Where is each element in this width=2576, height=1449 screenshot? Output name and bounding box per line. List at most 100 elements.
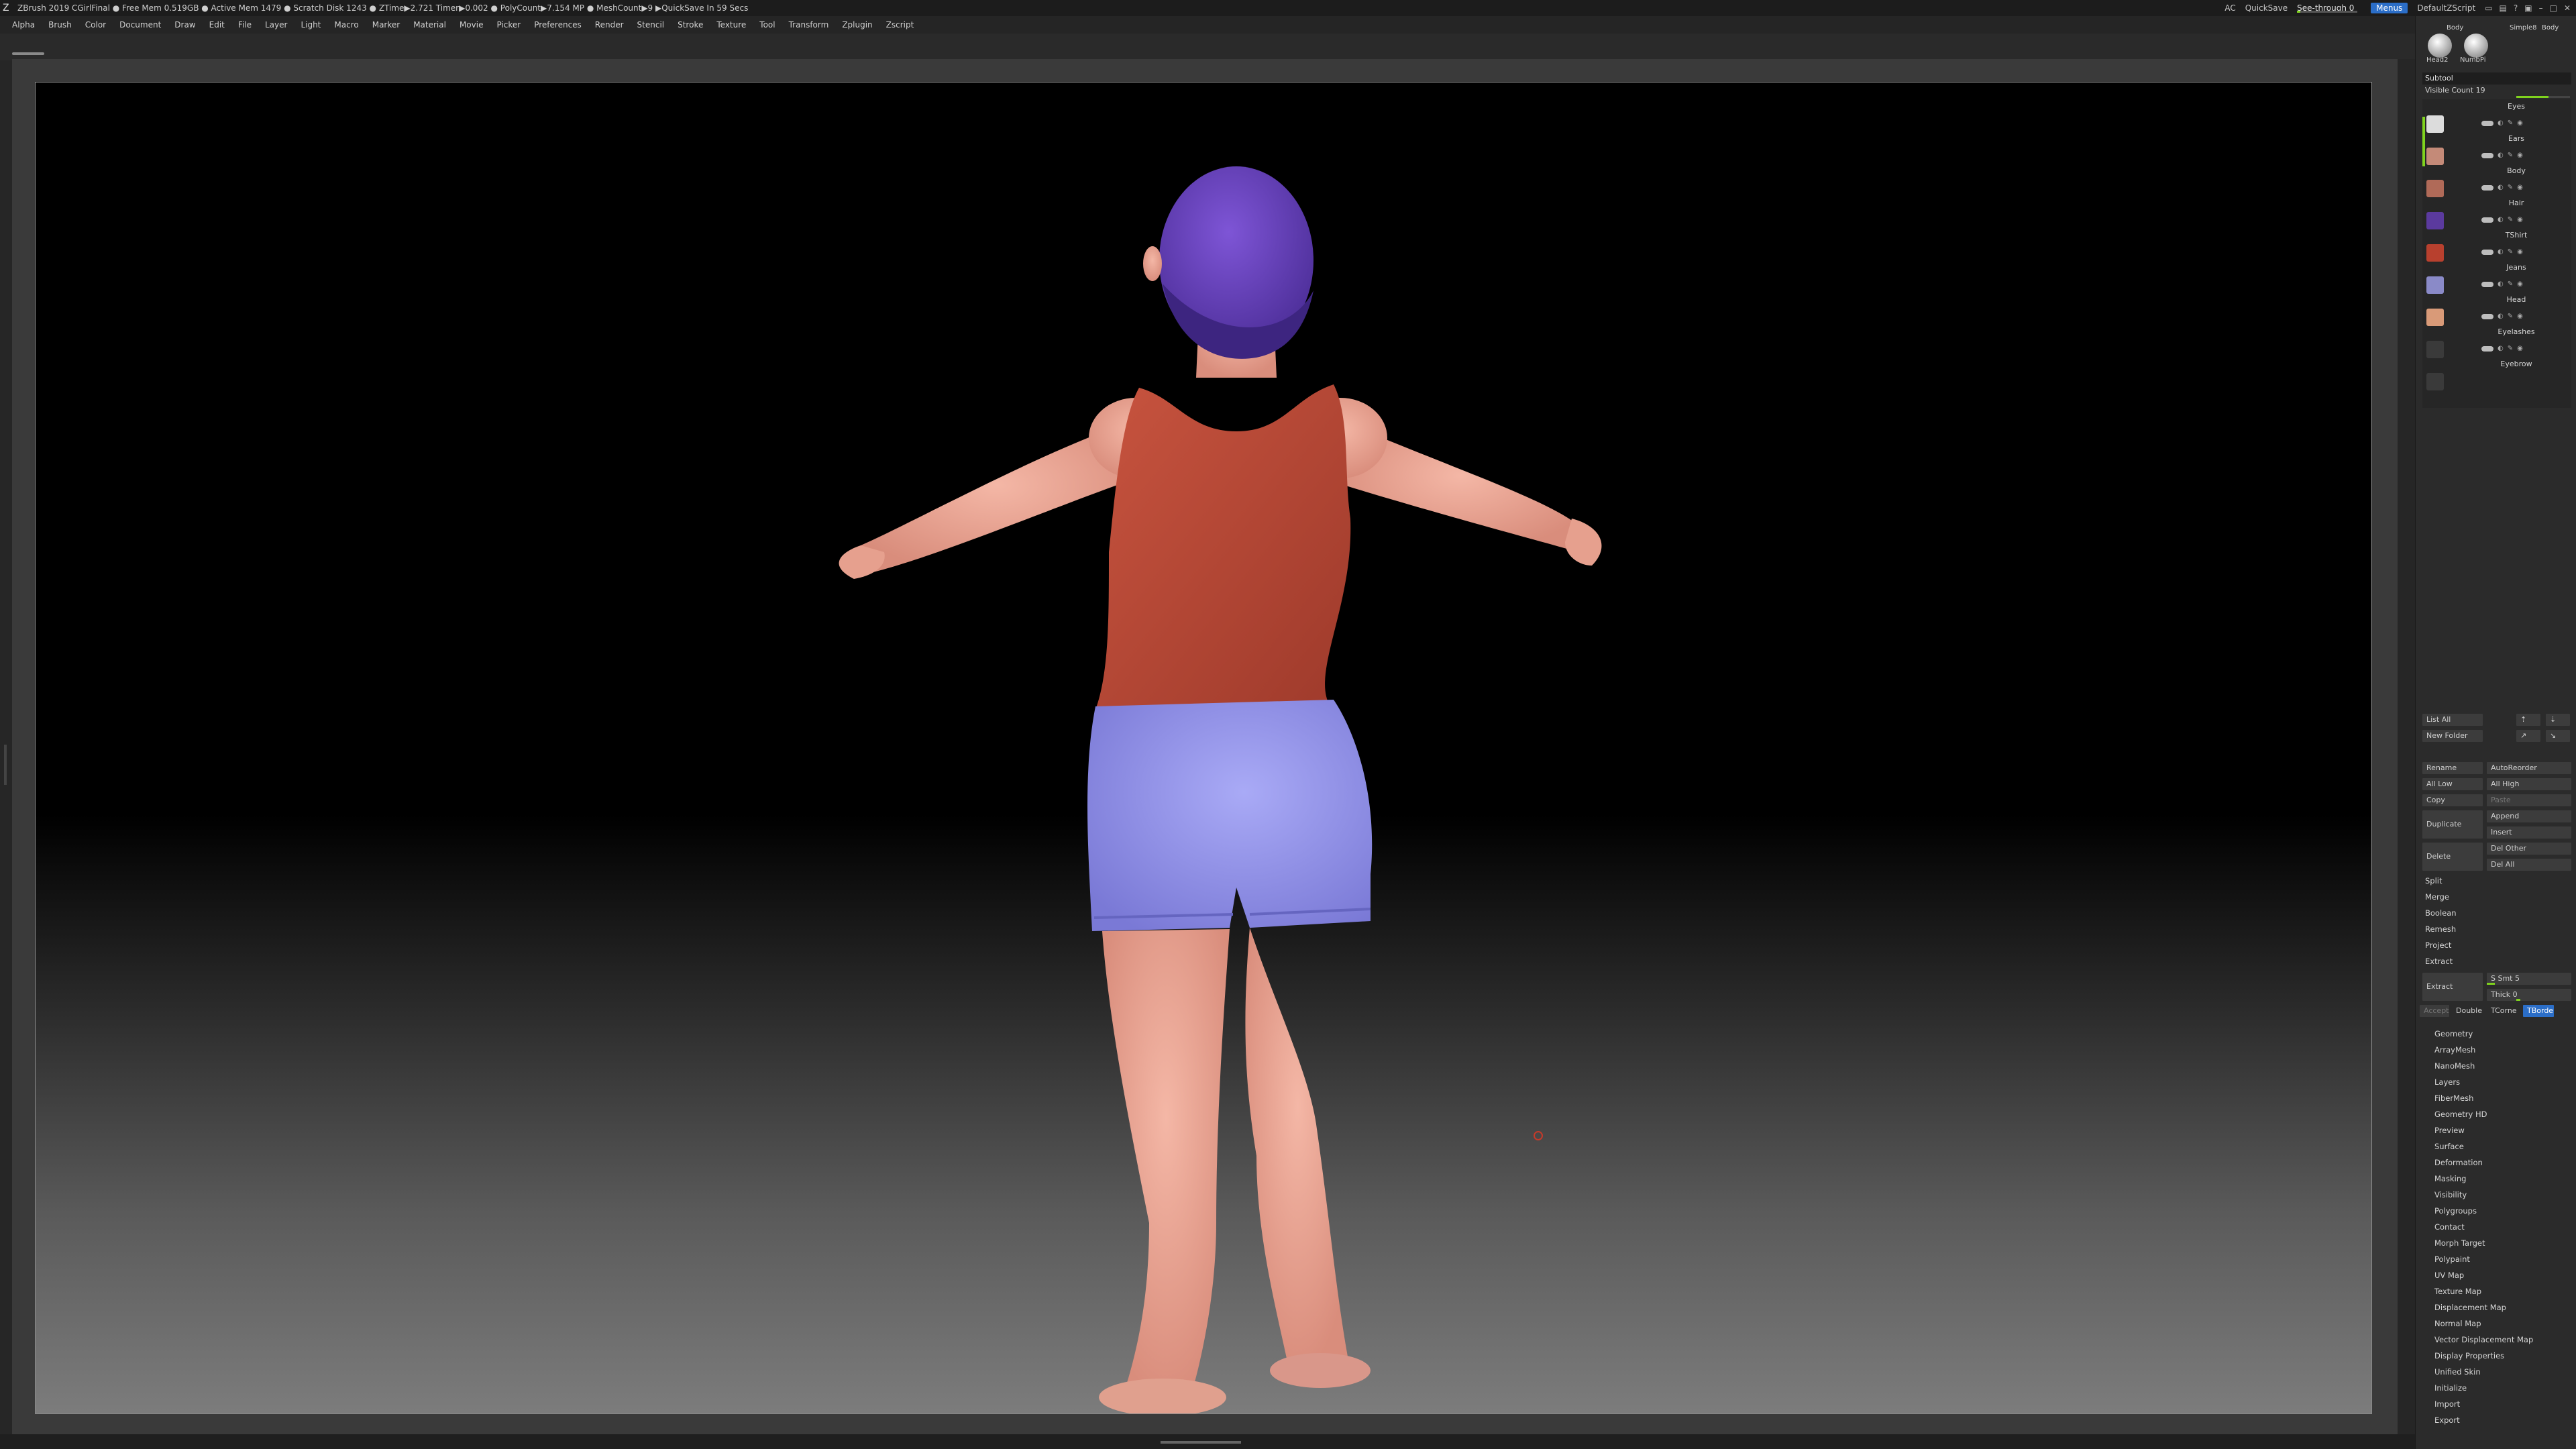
polypaint-icon[interactable]: ◐ [2498,280,2504,288]
rename-button[interactable]: Rename [2422,762,2483,774]
subtool-toggle[interactable] [2481,345,2493,352]
paste-button[interactable]: Paste [2487,794,2571,806]
all-high-button[interactable]: All High [2487,778,2571,790]
minimize-icon[interactable]: – [2539,3,2543,13]
quicksave-button[interactable]: QuickSave [2245,3,2288,13]
menu-marker[interactable]: Marker [372,20,400,30]
all-low-button[interactable]: All Low [2422,778,2483,790]
section-polypaint[interactable]: Polypaint [2434,1254,2470,1264]
section-layers[interactable]: Layers [2434,1077,2460,1087]
eye-icon[interactable]: ◉ [2517,184,2523,191]
polypaint-icon[interactable]: ◐ [2498,248,2504,256]
section-geometry[interactable]: Geometry [2434,1029,2473,1038]
menu-light[interactable]: Light [301,20,321,30]
eye-icon[interactable]: ◉ [2517,152,2523,159]
menu-render[interactable]: Render [595,20,624,30]
subtool-row-head[interactable]: Head ◐ ✎ ◉ [2422,295,2571,327]
menu-draw[interactable]: Draw [174,20,195,30]
subtool-row-eyelashes[interactable]: Eyelashes ◐ ✎ ◉ [2422,327,2571,360]
maximize-icon[interactable]: □ [2550,3,2557,13]
menu-edit[interactable]: Edit [209,20,225,30]
menu-preferences[interactable]: Preferences [534,20,582,30]
project-section[interactable]: Project [2425,941,2451,950]
menu-macro[interactable]: Macro [334,20,358,30]
section-fibermesh[interactable]: FiberMesh [2434,1093,2473,1103]
subtool-toggle[interactable] [2481,313,2493,319]
viewport-canvas[interactable] [35,82,2372,1414]
append-button[interactable]: Append [2487,810,2571,822]
insert-button[interactable]: Insert [2487,826,2571,839]
extract-section[interactable]: Extract [2425,957,2453,966]
menu-movie[interactable]: Movie [460,20,484,30]
menu-stroke[interactable]: Stroke [678,20,703,30]
move-down-button[interactable]: ⇣ [2546,714,2570,726]
subtool-row-jeans[interactable]: Jeans ◐ ✎ ◉ [2422,263,2571,295]
menu-brush[interactable]: Brush [48,20,72,30]
menus-button[interactable]: Menus [2371,3,2408,13]
accept-button[interactable]: Accept [2420,1005,2449,1017]
subtool-toggle[interactable] [2481,217,2493,223]
left-tray-handle[interactable] [4,745,7,785]
subtool-row-eyes[interactable]: Eyes ◐ ✎ ◉ [2422,102,2571,134]
section-visibility[interactable]: Visibility [2434,1190,2467,1199]
eye-icon[interactable]: ◉ [2517,280,2523,288]
section-morph-target[interactable]: Morph Target [2434,1238,2485,1248]
eye-icon[interactable]: ◉ [2517,119,2523,127]
subtool-toggle[interactable] [2481,281,2493,287]
section-import[interactable]: Import [2434,1399,2460,1409]
section-nanomesh[interactable]: NanoMesh [2434,1061,2475,1071]
polypaint-icon[interactable]: ◐ [2498,184,2504,191]
thick-slider[interactable]: Thick 0 [2487,989,2571,1001]
menu-transform[interactable]: Transform [789,20,829,30]
help-icon[interactable]: ? [2514,3,2518,13]
palette-icon[interactable]: ▤ [2500,3,2507,13]
polypaint-icon[interactable]: ◐ [2498,152,2504,159]
list-all-button[interactable]: List All [2422,714,2483,726]
subtool-row-eyebrow[interactable]: Eyebrow [2422,360,2571,392]
auto-reorder-button[interactable]: AutoReorder [2487,762,2571,774]
polypaint-icon[interactable]: ◐ [2498,345,2504,352]
menu-material[interactable]: Material [413,20,446,30]
split-section[interactable]: Split [2425,876,2443,885]
tool-thumb-body[interactable] [2428,34,2452,58]
eye-icon[interactable]: ◉ [2517,248,2523,256]
del-all-button[interactable]: Del All [2487,859,2571,871]
del-other-button[interactable]: Del Other [2487,843,2571,855]
boolean-section[interactable]: Boolean [2425,908,2457,918]
brush-icon[interactable]: ✎ [2508,313,2513,320]
copy-button[interactable]: Copy [2422,794,2483,806]
tcorne-button[interactable]: TCorne [2487,1005,2520,1017]
subtool-row-tshirt[interactable]: TShirt ◐ ✎ ◉ [2422,231,2571,263]
close-icon[interactable]: ✕ [2564,3,2571,13]
menu-zplugin[interactable]: Zplugin [842,20,872,30]
polypaint-icon[interactable]: ◐ [2498,216,2504,223]
menu-zscript[interactable]: Zscript [886,20,914,30]
tborder-button[interactable]: TBorde [2523,1005,2554,1017]
brush-icon[interactable]: ✎ [2508,152,2513,159]
section-uv-map[interactable]: UV Map [2434,1271,2464,1280]
brush-icon[interactable]: ✎ [2508,184,2513,191]
menu-stencil[interactable]: Stencil [637,20,665,30]
shelf-grip[interactable] [12,52,44,55]
subtool-palette-header[interactable]: Subtool [2422,72,2571,85]
brush-icon[interactable]: ✎ [2508,216,2513,223]
section-vector-displacement-map[interactable]: Vector Displacement Map [2434,1335,2533,1344]
extract-button[interactable]: Extract [2422,973,2483,1001]
brush-icon[interactable]: ✎ [2508,248,2513,256]
section-polygroups[interactable]: Polygroups [2434,1206,2477,1216]
section-initialize[interactable]: Initialize [2434,1383,2467,1393]
section-unified-skin[interactable]: Unified Skin [2434,1367,2481,1377]
menu-picker[interactable]: Picker [496,20,521,30]
eye-icon[interactable]: ◉ [2517,345,2523,352]
menu-layer[interactable]: Layer [265,20,287,30]
see-through-slider[interactable]: See-through 0 [2297,3,2361,13]
subtool-toggle[interactable] [2481,249,2493,255]
polypaint-icon[interactable]: ◐ [2498,119,2504,127]
arrow-down-button[interactable]: ↘ [2546,730,2570,742]
layout-icon[interactable]: ▭ [2485,3,2492,13]
menu-alpha[interactable]: Alpha [12,20,35,30]
subtool-toggle[interactable] [2481,152,2493,158]
menu-file[interactable]: File [238,20,252,30]
s-smt-slider[interactable]: S Smt 5 [2487,973,2571,985]
section-export[interactable]: Export [2434,1415,2460,1425]
